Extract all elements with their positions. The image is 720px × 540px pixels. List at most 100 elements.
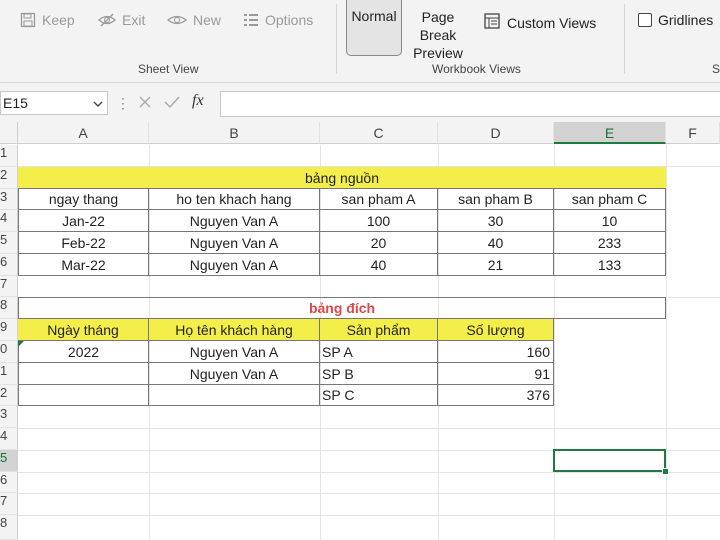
- row-header-12[interactable]: 2: [0, 385, 18, 406]
- source-cell[interactable]: 233: [554, 232, 666, 254]
- gridline: [18, 428, 720, 429]
- dest-cell[interactable]: SP A: [320, 341, 438, 363]
- eye-slash-icon: [98, 13, 116, 27]
- gridlines-checkbox[interactable]: Gridlines: [638, 12, 713, 28]
- row-header-7[interactable]: 7: [0, 276, 18, 297]
- ribbon: Keep Exit New Options Sheet View Normal …: [0, 0, 720, 83]
- row-header-9[interactable]: 9: [0, 319, 18, 341]
- gridline: [666, 145, 667, 540]
- row-header-4[interactable]: 4: [0, 210, 18, 232]
- source-cell[interactable]: 21: [438, 254, 554, 276]
- row-header-16[interactable]: 6: [0, 472, 18, 493]
- source-header-cell[interactable]: ho ten khach hang: [149, 189, 320, 210]
- source-cell[interactable]: 20: [320, 232, 438, 254]
- column-header-a[interactable]: A: [18, 122, 149, 144]
- keep-label: Keep: [42, 12, 75, 28]
- row-header-1[interactable]: 1: [0, 145, 18, 167]
- source-cell[interactable]: 40: [438, 232, 554, 254]
- ribbon-divider: [624, 4, 625, 74]
- row-header-5[interactable]: 5: [0, 232, 18, 254]
- select-all-corner[interactable]: [0, 122, 18, 144]
- gridlines-label: Gridlines: [658, 12, 714, 28]
- new-view-button[interactable]: New: [167, 12, 221, 28]
- options-button[interactable]: Options: [243, 12, 313, 28]
- row-header-14[interactable]: 4: [0, 428, 18, 450]
- dest-cell[interactable]: [18, 385, 149, 406]
- source-cell[interactable]: Feb-22: [18, 232, 149, 254]
- dest-cell[interactable]: 160: [438, 341, 554, 363]
- dest-header-cell[interactable]: Số lượng: [438, 319, 554, 341]
- row-header-10[interactable]: 0: [0, 341, 18, 363]
- column-header-c[interactable]: C: [320, 122, 438, 144]
- normal-label: Normal: [351, 8, 397, 24]
- formula-input[interactable]: [220, 91, 720, 117]
- exit-button[interactable]: Exit: [98, 12, 145, 28]
- error-indicator-icon: [18, 341, 24, 347]
- source-header-cell[interactable]: san pham A: [320, 189, 438, 210]
- show-group-label: S: [712, 62, 720, 76]
- custom-views-label: Custom Views: [507, 14, 597, 31]
- active-cell-selection[interactable]: [553, 449, 666, 472]
- dest-cell[interactable]: SP C: [320, 385, 438, 406]
- source-cell[interactable]: 30: [438, 210, 554, 232]
- row-header-17[interactable]: 7: [0, 493, 18, 515]
- dest-header-cell[interactable]: Sản phẩm: [320, 319, 438, 341]
- source-cell[interactable]: 100: [320, 210, 438, 232]
- name-box-value: E15: [3, 95, 28, 111]
- dest-cell[interactable]: 91: [438, 363, 554, 385]
- keep-button[interactable]: Keep: [20, 12, 75, 28]
- source-cell[interactable]: 133: [554, 254, 666, 276]
- source-cell[interactable]: Mar-22: [18, 254, 149, 276]
- dest-cell[interactable]: Nguyen Van A: [149, 363, 320, 385]
- dest-cell[interactable]: [18, 363, 149, 385]
- row-header-8[interactable]: 8: [0, 297, 18, 319]
- source-table-title[interactable]: bảng nguồn: [18, 167, 666, 189]
- source-header-cell[interactable]: san pham C: [554, 189, 666, 210]
- fill-handle[interactable]: [662, 468, 669, 475]
- checkbox-box[interactable]: [638, 13, 652, 27]
- dest-cell[interactable]: SP B: [320, 363, 438, 385]
- row-header-2[interactable]: 2: [0, 167, 18, 189]
- normal-view-button[interactable]: Normal: [346, 0, 402, 56]
- gridline: [18, 472, 720, 473]
- enter-check-icon[interactable]: [164, 95, 180, 114]
- column-header-b[interactable]: B: [149, 122, 320, 144]
- save-icon: [20, 12, 36, 28]
- source-cell[interactable]: Nguyen Van A: [149, 210, 320, 232]
- sheet-view-group-label: Sheet View: [138, 62, 199, 76]
- source-header-cell[interactable]: ngay thang: [18, 189, 149, 210]
- row-header-3[interactable]: 3: [0, 189, 18, 210]
- row-header-15[interactable]: 5: [0, 450, 18, 472]
- page-break-preview-button[interactable]: Page Break Preview: [402, 8, 474, 62]
- name-box[interactable]: E15: [0, 91, 108, 115]
- gridline: [18, 493, 720, 494]
- chevron-down-icon[interactable]: [93, 95, 103, 111]
- dest-cell[interactable]: 2022: [18, 341, 149, 363]
- dest-header-cell[interactable]: Ngày tháng: [18, 319, 149, 341]
- source-cell[interactable]: Nguyen Van A: [149, 254, 320, 276]
- source-cell[interactable]: Jan-22: [18, 210, 149, 232]
- function-icon[interactable]: fx: [192, 92, 204, 110]
- more-dots-icon[interactable]: ⋮: [116, 95, 130, 112]
- list-icon: [243, 13, 259, 27]
- dest-header-cell[interactable]: Họ tên khách hàng: [149, 319, 320, 341]
- source-header-cell[interactable]: san pham B: [438, 189, 554, 210]
- dest-cell[interactable]: 376: [438, 385, 554, 406]
- dest-cell[interactable]: [149, 385, 320, 406]
- custom-views-button[interactable]: Custom Views: [483, 12, 596, 33]
- row-header-13[interactable]: 3: [0, 406, 18, 428]
- column-header-f[interactable]: F: [666, 122, 720, 144]
- source-cell[interactable]: Nguyen Van A: [149, 232, 320, 254]
- cancel-icon[interactable]: [138, 95, 152, 114]
- ribbon-divider: [336, 4, 337, 74]
- dest-table-title[interactable]: bảng đích: [18, 297, 666, 319]
- source-cell[interactable]: 10: [554, 210, 666, 232]
- row-header-11[interactable]: 1: [0, 363, 18, 385]
- column-header-e[interactable]: E: [554, 122, 666, 144]
- dest-cell[interactable]: Nguyen Van A: [149, 341, 320, 363]
- gridline: [18, 515, 720, 516]
- row-header-18[interactable]: 8: [0, 515, 18, 540]
- column-header-d[interactable]: D: [438, 122, 554, 144]
- source-cell[interactable]: 40: [320, 254, 438, 276]
- row-header-6[interactable]: 6: [0, 254, 18, 276]
